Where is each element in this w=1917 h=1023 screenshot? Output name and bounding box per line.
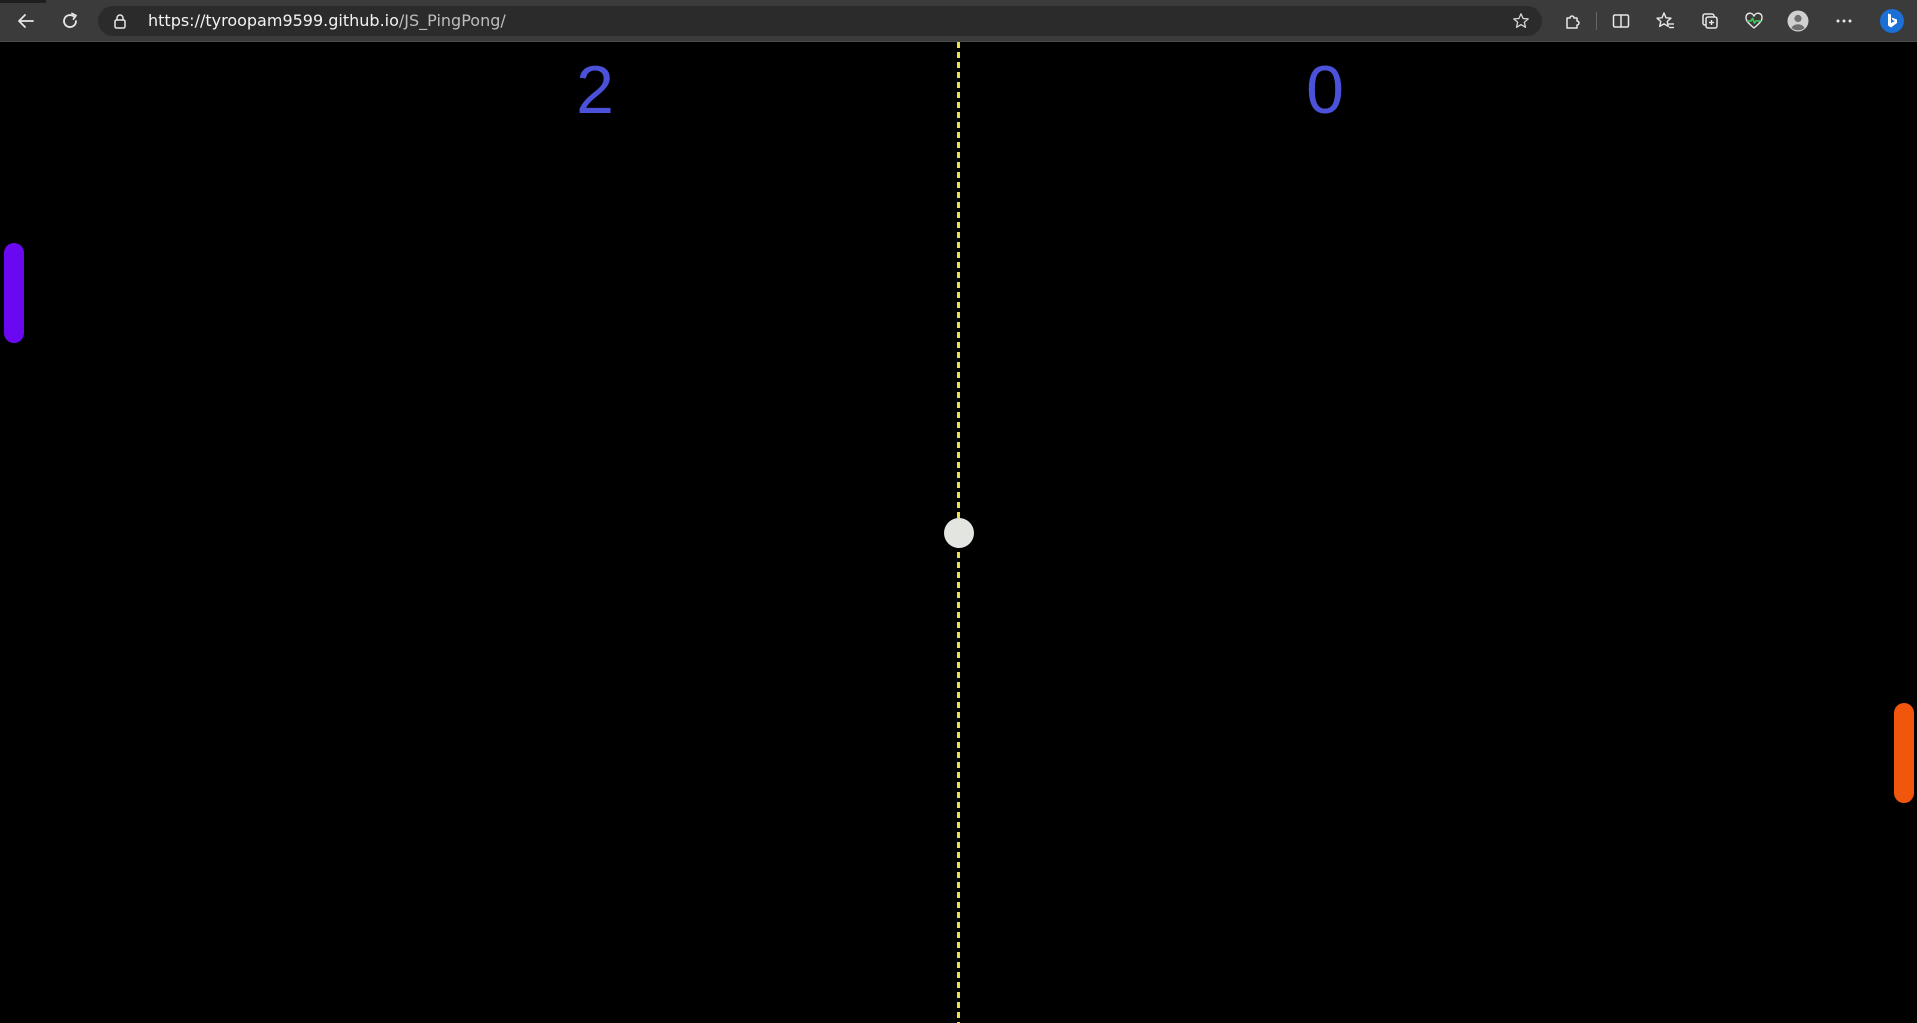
favorites-icon bbox=[1656, 12, 1674, 29]
health-button[interactable] bbox=[1743, 10, 1765, 32]
collections-button[interactable] bbox=[1699, 10, 1721, 32]
split-screen-button[interactable] bbox=[1610, 10, 1632, 32]
heartbeat-icon bbox=[1745, 12, 1763, 29]
active-tab-indicator bbox=[0, 0, 46, 3]
right-player-score: 0 bbox=[1306, 52, 1344, 128]
browser-toolbar: https://tyroopam9599.github.io/JS_PingPo… bbox=[0, 0, 1917, 42]
profile-avatar-icon bbox=[1787, 10, 1809, 32]
split-screen-icon bbox=[1612, 14, 1630, 28]
reload-icon bbox=[63, 12, 77, 28]
lock-icon[interactable] bbox=[112, 13, 128, 29]
ball bbox=[944, 518, 974, 548]
favorites-button[interactable] bbox=[1654, 10, 1676, 32]
reload-button[interactable] bbox=[57, 8, 83, 34]
collections-icon bbox=[1702, 13, 1718, 29]
star-icon[interactable] bbox=[1512, 12, 1530, 30]
extensions-icon bbox=[1566, 15, 1580, 29]
extensions-button[interactable] bbox=[1562, 10, 1584, 32]
url-path: /JS_PingPong/ bbox=[398, 11, 506, 30]
address-bar[interactable]: https://tyroopam9599.github.io/JS_PingPo… bbox=[98, 6, 1542, 36]
url-host: https://tyroopam9599.github.io bbox=[148, 11, 399, 30]
more-menu-button[interactable] bbox=[1833, 10, 1855, 32]
more-menu-icon bbox=[1836, 19, 1852, 23]
right-paddle bbox=[1894, 703, 1914, 803]
copilot-button[interactable] bbox=[1879, 8, 1905, 34]
toolbar-separator bbox=[1596, 12, 1597, 30]
back-arrow-icon bbox=[18, 14, 34, 28]
left-player-score: 2 bbox=[576, 52, 614, 128]
profile-button[interactable] bbox=[1787, 10, 1809, 32]
game-canvas[interactable]: 2 0 bbox=[0, 42, 1917, 1023]
bing-copilot-icon bbox=[1880, 9, 1904, 33]
url-text[interactable]: https://tyroopam9599.github.io/JS_PingPo… bbox=[148, 6, 506, 36]
back-button[interactable] bbox=[13, 8, 39, 34]
left-paddle bbox=[4, 243, 24, 343]
